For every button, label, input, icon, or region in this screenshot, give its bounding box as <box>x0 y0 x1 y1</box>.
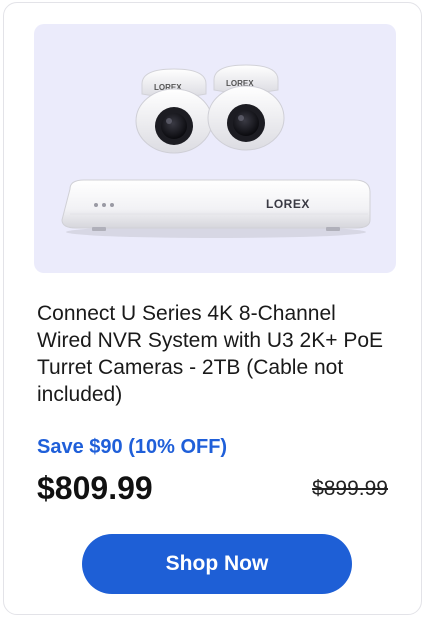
product-illustration: LOREX LOREX LOREX <box>61 64 371 238</box>
shop-now-button[interactable]: Shop Now <box>82 534 352 594</box>
product-image[interactable]: LOREX LOREX LOREX <box>34 24 396 273</box>
nvr-brand-mark: LOREX <box>266 197 310 211</box>
product-title[interactable]: Connect U Series 4K 8-Channel Wired NVR … <box>37 300 387 408</box>
original-price: $899.99 <box>312 477 388 500</box>
savings-badge: Save $90 (10% OFF) <box>37 436 228 458</box>
nvr-recorder: LOREX <box>61 179 371 238</box>
sale-price: $809.99 <box>37 470 153 506</box>
product-card[interactable]: LOREX LOREX LOREX Connect U Series 4K 8-… <box>3 2 422 615</box>
turret-camera-left: LOREX <box>135 68 213 154</box>
turret-camera-right: LOREX <box>207 64 285 151</box>
